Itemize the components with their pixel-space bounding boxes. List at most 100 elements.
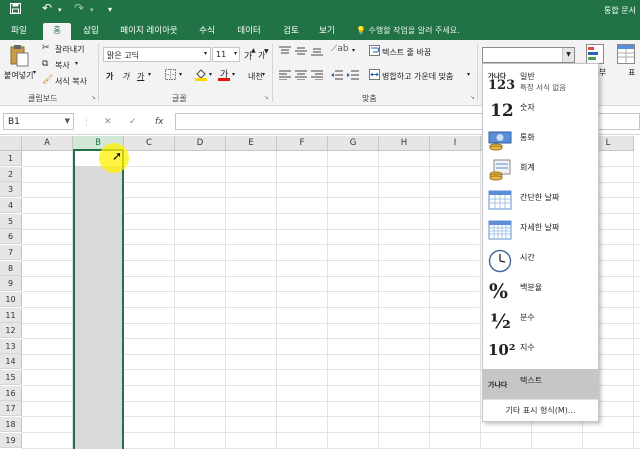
row-header-10[interactable]: 10 [0,291,22,307]
redo-dropdown-icon[interactable]: ▾ [90,6,94,14]
row-header-13[interactable]: 13 [0,338,22,354]
insert-function-icon[interactable]: fx [155,117,164,127]
save-icon[interactable] [10,3,21,17]
redo-icon[interactable]: ↷ [74,1,84,15]
paste-button[interactable]: 붙여넣기 [4,70,33,81]
tab-review[interactable]: 검토 [278,23,304,40]
row-header-3[interactable]: 3 [0,182,22,198]
align-right-icon[interactable] [311,70,323,83]
merge-center-button[interactable]: 병합하고 가운데 맞춤 [382,71,453,82]
enter-icon[interactable]: ✓ [129,117,137,127]
align-bottom-icon[interactable] [311,46,323,59]
paste-dropdown-icon[interactable]: ▾ [33,69,36,76]
format-long-date-item[interactable]: 자세한 날짜 [483,216,598,246]
font-color-dropdown-icon[interactable]: ▾ [232,71,235,78]
copy-dropdown-icon[interactable]: ▾ [75,60,78,67]
orientation-dropdown-icon[interactable]: ▾ [352,47,355,54]
phonetic-button[interactable]: 내천 [248,71,263,82]
orientation-icon[interactable]: ⟋ab [331,44,349,54]
font-color-icon[interactable]: 가 [218,68,230,84]
format-text-item[interactable]: 가나다 텍스트 [483,369,598,399]
italic-button[interactable]: 가 [122,71,129,82]
font-size-dropdown-icon[interactable]: ▾ [234,50,237,57]
number-format-combo[interactable]: ▼ [482,47,575,63]
row-header-14[interactable]: 14 [0,354,22,370]
tell-me-box[interactable]: 💡 수행할 작업을 알려 주세요. [356,25,460,36]
tab-view[interactable]: 보기 [314,23,340,40]
row-header-6[interactable]: 6 [0,229,22,245]
row-header-2[interactable]: 2 [0,166,22,182]
tab-data[interactable]: 데이터 [232,23,266,40]
underline-button[interactable]: 가 [137,71,144,82]
customize-qat-icon[interactable]: ▾ [108,5,112,14]
copy-button[interactable]: 복사 [55,60,70,71]
decrease-indent-icon[interactable] [331,70,343,83]
alignment-launcher-icon[interactable]: ↘ [470,94,475,101]
phonetic-dropdown-icon[interactable]: ▾ [262,71,265,78]
align-left-icon[interactable] [279,70,291,83]
bold-button[interactable]: 가 [106,71,113,82]
cancel-icon[interactable]: ✕ [104,117,112,127]
wrap-text-button[interactable]: 텍스트 줄 바꿈 [382,47,431,58]
format-percent-item[interactable]: % 백분율 [483,276,598,306]
column-header-i[interactable]: I [430,136,481,151]
column-header-h[interactable]: H [379,136,430,151]
select-all-button[interactable] [0,136,22,151]
tab-page-layout[interactable]: 페이지 레이아웃 [114,23,184,40]
more-number-formats-link[interactable]: 기타 표시 형식(M)... [483,399,598,421]
format-fraction-item[interactable]: ½ 분수 [483,306,598,336]
format-as-table-icon[interactable] [617,44,635,67]
row-header-11[interactable]: 11 [0,307,22,323]
row-header-4[interactable]: 4 [0,197,22,213]
tab-insert[interactable]: 삽입 [78,23,104,40]
underline-dropdown-icon[interactable]: ▾ [148,71,151,78]
clipboard-launcher-icon[interactable]: ↘ [91,94,96,101]
name-box[interactable]: B1 ▼ [3,113,74,130]
row-header-17[interactable]: 17 [0,401,22,417]
row-header-8[interactable]: 8 [0,260,22,276]
undo-dropdown-icon[interactable]: ▾ [58,6,62,14]
format-number-item[interactable]: 12 숫자 [483,96,598,126]
name-box-dropdown-icon[interactable]: ▼ [65,117,70,125]
format-currency-item[interactable]: 통화 [483,126,598,156]
row-header-19[interactable]: 19 [0,432,22,448]
row-header-7[interactable]: 7 [0,244,22,260]
column-header-e[interactable]: E [226,136,277,151]
row-header-9[interactable]: 9 [0,276,22,292]
format-painter-button[interactable]: 서식 복사 [55,76,87,87]
format-general-item[interactable]: 가나다 123 일반 특정 서식 없음 [483,66,598,96]
row-header-16[interactable]: 16 [0,385,22,401]
number-format-dropdown-icon[interactable]: ▼ [562,48,574,62]
tab-formulas[interactable]: 수식 [194,23,220,40]
column-header-d[interactable]: D [175,136,226,151]
paste-icon[interactable] [9,44,29,71]
row-header-1[interactable]: 1 [0,151,22,166]
font-size-field[interactable]: 11 ▾ [212,47,240,62]
fill-color-icon[interactable] [195,68,207,84]
font-name-dropdown-icon[interactable]: ▾ [204,50,207,57]
merge-dropdown-icon[interactable]: ▾ [467,71,470,78]
undo-icon[interactable]: ↶ [42,1,52,15]
border-dropdown-icon[interactable]: ▾ [179,71,182,78]
font-launcher-icon[interactable]: ↘ [264,94,269,101]
font-name-field[interactable]: 맑은 고딕 ▾ [103,47,211,62]
tab-home[interactable]: 홈 [43,23,71,40]
tab-file[interactable]: 파일 [6,23,32,40]
row-header-15[interactable]: 15 [0,370,22,386]
format-accounting-item[interactable]: 회계 [483,156,598,186]
format-scientific-item[interactable]: 10² 지수 [483,336,598,366]
formula-bar-grip-icon[interactable]: ⋮ [82,117,91,127]
fill-color-dropdown-icon[interactable]: ▾ [209,71,212,78]
column-header-a[interactable]: A [22,136,73,151]
column-header-c[interactable]: C [124,136,175,151]
format-time-item[interactable]: 시간 [483,246,598,276]
row-header-18[interactable]: 18 [0,417,22,433]
border-icon[interactable] [165,69,176,83]
column-header-f[interactable]: F [277,136,328,151]
align-middle-icon[interactable] [295,46,307,59]
increase-indent-icon[interactable] [347,70,359,83]
format-short-date-item[interactable]: 간단한 날짜 [483,186,598,216]
align-center-icon[interactable] [295,70,307,83]
align-top-icon[interactable] [279,46,291,59]
column-header-g[interactable]: G [328,136,379,151]
